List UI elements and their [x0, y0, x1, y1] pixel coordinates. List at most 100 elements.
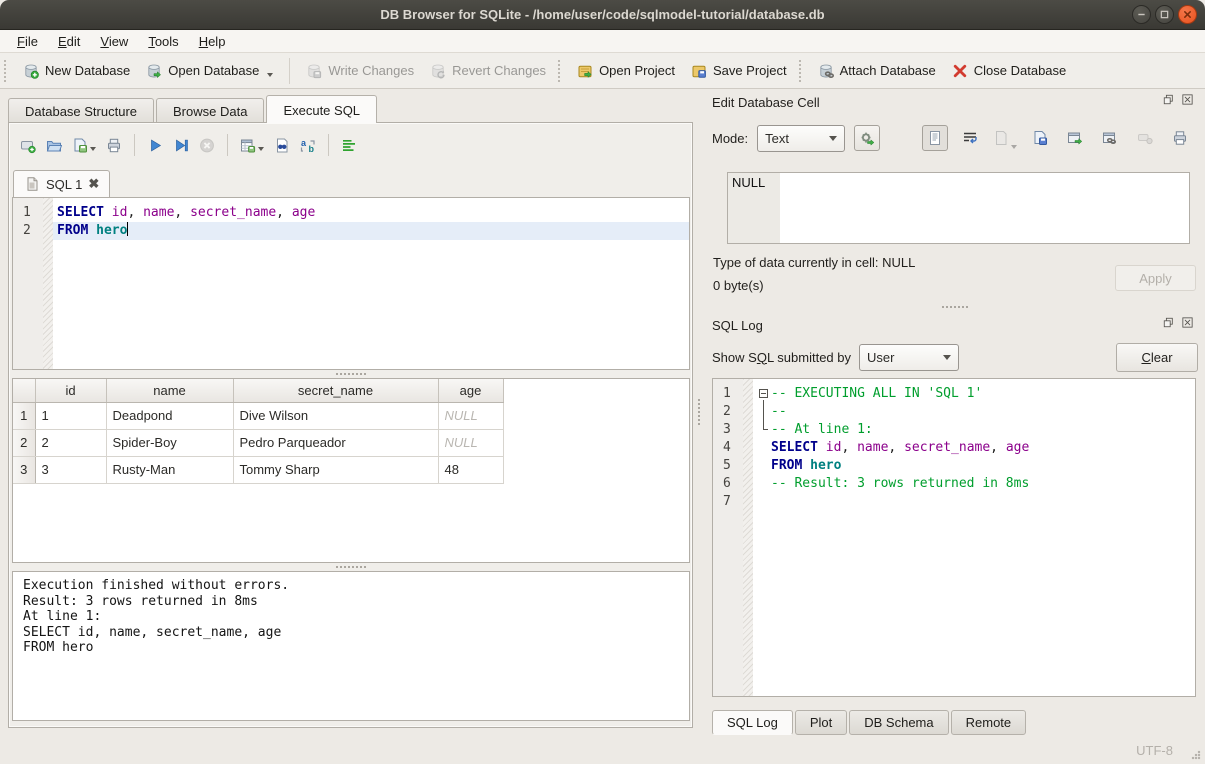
print-cell-button[interactable]	[1167, 125, 1193, 151]
code-text: SELECT id, name, secret_name, age	[771, 439, 1029, 457]
cell-id[interactable]: 2	[35, 429, 106, 456]
dock-tab-db-schema[interactable]: DB Schema	[849, 710, 948, 735]
apply-button[interactable]: Apply	[1115, 265, 1196, 291]
cell-name[interactable]: Rusty-Man	[106, 456, 233, 483]
close-window-button[interactable]	[1178, 5, 1197, 24]
fold-box-icon[interactable]	[759, 389, 768, 398]
dock-tab-plot[interactable]: Plot	[795, 710, 847, 735]
row-header[interactable]: 1	[13, 402, 35, 429]
attach-database-button[interactable]: Attach Database	[810, 58, 944, 84]
cell-age[interactable]: NULL	[438, 402, 503, 429]
tab-browse-data[interactable]: Browse Data	[156, 98, 264, 124]
save-results-button[interactable]	[237, 134, 267, 156]
cell-id[interactable]: 1	[35, 402, 106, 429]
open-sql-file-button[interactable]	[43, 134, 65, 156]
link-window-icon	[1102, 130, 1118, 146]
export-data-button[interactable]	[1027, 125, 1053, 151]
cell-id[interactable]: 3	[35, 456, 106, 483]
open-project-button[interactable]: Open Project	[569, 58, 683, 84]
results-corner-cell[interactable]	[13, 379, 35, 402]
set-null-button[interactable]	[1132, 125, 1158, 151]
splitter-editor-results[interactable]	[12, 370, 690, 378]
float-panel-icon[interactable]	[1163, 317, 1179, 333]
close-panel-icon[interactable]	[1182, 94, 1198, 110]
column-header-age[interactable]: age	[438, 379, 503, 402]
splitter-panes[interactable]	[693, 89, 705, 735]
resize-grip[interactable]	[1191, 750, 1201, 760]
write-changes-button[interactable]: Write Changes	[298, 58, 422, 84]
cell-name[interactable]: Deadpond	[106, 402, 233, 429]
close-database-button[interactable]: Close Database	[944, 58, 1075, 84]
log-filter-select[interactable]: User	[859, 344, 959, 371]
cell-name[interactable]: Spider-Boy	[106, 429, 233, 456]
chevron-down-icon	[943, 355, 951, 360]
sql-toolbar-separator	[227, 134, 228, 156]
clear-log-button[interactable]: Clear	[1116, 343, 1198, 372]
column-header-id[interactable]: id	[35, 379, 106, 402]
auto-switch-mode-button[interactable]	[854, 125, 880, 151]
line-number: 1	[13, 204, 43, 222]
editor-code[interactable]: SELECT id, name, secret_name, ageFROM he…	[53, 198, 689, 369]
cell-secret_name[interactable]: Pedro Parqueador	[233, 429, 438, 456]
new-sql-tab-button[interactable]	[17, 134, 39, 156]
sql-log-view[interactable]: 1234567 -- EXECUTING ALL IN 'SQL 1'---- …	[712, 378, 1196, 697]
revert-changes-icon	[430, 63, 446, 79]
menu-edit[interactable]: Edit	[49, 32, 89, 51]
sql-editor-tab[interactable]: SQL 1 ✖	[13, 170, 110, 197]
text-mode-button[interactable]	[922, 125, 948, 151]
cell-age[interactable]: 48	[438, 456, 503, 483]
line-number: 4	[713, 439, 743, 457]
fold-marker[interactable]	[757, 385, 771, 403]
column-header-name[interactable]: name	[106, 379, 233, 402]
float-panel-icon[interactable]	[1163, 94, 1179, 110]
dock-tab-remote[interactable]: Remote	[951, 710, 1027, 735]
code-line: FROM hero	[53, 222, 689, 240]
dock-tab-sql-log[interactable]: SQL Log	[712, 710, 793, 735]
menu-file[interactable]: File	[8, 32, 47, 51]
cell-age[interactable]: NULL	[438, 429, 503, 456]
save-as-icon	[1032, 130, 1048, 146]
menu-tools[interactable]: Tools	[139, 32, 187, 51]
close-sql-tab-icon[interactable]: ✖	[88, 176, 99, 192]
menu-view[interactable]: View	[91, 32, 137, 51]
titlebar[interactable]: DB Browser for SQLite - /home/user/code/…	[0, 0, 1205, 30]
svg-text:a: a	[301, 138, 307, 148]
new-database-button[interactable]: New Database	[15, 58, 138, 84]
stop-execution-button[interactable]	[196, 134, 218, 156]
save-project-button[interactable]: Save Project	[683, 58, 795, 84]
execute-all-button[interactable]	[144, 134, 166, 156]
splitter-cell-log[interactable]	[712, 303, 1198, 311]
execute-current-line-button[interactable]	[170, 134, 192, 156]
menu-help[interactable]: Help	[190, 32, 235, 51]
sql-toolbar-separator	[134, 134, 135, 156]
close-panel-icon[interactable]	[1182, 317, 1198, 333]
tab-database-structure[interactable]: Database Structure	[8, 98, 154, 124]
column-header-secret_name[interactable]: secret_name	[233, 379, 438, 402]
row-header[interactable]: 2	[13, 429, 35, 456]
open-in-external-button[interactable]	[1062, 125, 1088, 151]
word-wrap-button[interactable]	[957, 125, 983, 151]
find-replace-button[interactable]: ab	[297, 134, 319, 156]
line-number: 5	[713, 457, 743, 475]
tab-execute-sql[interactable]: Execute SQL	[266, 95, 377, 123]
format-sql-button[interactable]	[338, 134, 360, 156]
splitter-results-message[interactable]	[12, 563, 690, 571]
toolbar-button-label: Save Project	[713, 63, 787, 78]
import-data-button[interactable]	[992, 125, 1018, 151]
cell-secret_name[interactable]: Dive Wilson	[233, 402, 438, 429]
save-sql-file-button[interactable]	[69, 134, 99, 156]
print-sql-button[interactable]	[103, 134, 125, 156]
revert-changes-button[interactable]: Revert Changes	[422, 58, 554, 84]
mode-select[interactable]: Text	[757, 125, 845, 152]
sql-editor[interactable]: 12 SELECT id, name, secret_name, ageFROM…	[12, 197, 690, 370]
cell-value-editor[interactable]: NULL	[727, 172, 1190, 244]
chevron-down-icon	[258, 147, 264, 151]
minimize-button[interactable]	[1132, 5, 1151, 24]
open-database-button[interactable]: Open Database	[138, 58, 281, 84]
cell-secret_name[interactable]: Tommy Sharp	[233, 456, 438, 483]
find-text-button[interactable]	[271, 134, 293, 156]
left-pane: Database StructureBrowse DataExecute SQL…	[0, 89, 705, 735]
row-header[interactable]: 3	[13, 456, 35, 483]
maximize-button[interactable]	[1155, 5, 1174, 24]
copy-link-button[interactable]	[1097, 125, 1123, 151]
